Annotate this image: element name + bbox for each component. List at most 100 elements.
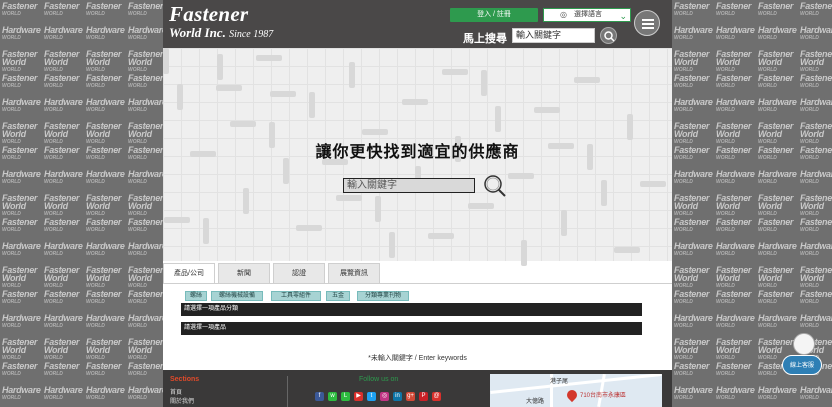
- background-logo-tile: HardwareWORLD: [128, 385, 163, 402]
- decorative-bolt-icon: [362, 129, 388, 135]
- decorative-bolt-icon: [177, 84, 183, 110]
- linkedin-icon[interactable]: in: [393, 392, 402, 401]
- background-logo-tile: HardwareWORLD: [800, 385, 832, 402]
- twitter-icon[interactable]: t: [367, 392, 376, 401]
- category-select[interactable]: 請選擇一項產品分類: [181, 303, 642, 316]
- footer-link-home[interactable]: 首頁: [170, 387, 182, 396]
- email-icon[interactable]: @: [432, 392, 441, 401]
- category-chip[interactable]: 螺絲: [185, 291, 207, 301]
- main-column: Fastener World Inc. Since 1987 登入 / 註冊 ◎…: [163, 0, 672, 407]
- background-logo-tile: HardwareWORLD: [2, 385, 41, 402]
- chat-widget-button[interactable]: 線上客服: [782, 355, 822, 375]
- logo-line1: Fastener: [169, 2, 249, 26]
- footer-follow-title: Follow us on: [359, 376, 399, 383]
- menu-line-icon: [642, 23, 654, 25]
- decorative-bolt-icon: [495, 106, 501, 132]
- instagram-icon[interactable]: ◎: [380, 392, 389, 401]
- tab-certification[interactable]: 認證: [273, 263, 325, 283]
- decorative-bolt-icon: [640, 181, 666, 187]
- background-logo-tile: HardwareWORLD: [44, 385, 83, 402]
- header: Fastener World Inc. Since 1987 登入 / 註冊 ◎…: [163, 0, 672, 48]
- keyword-note: *未輸入關鍵字 / Enter keywords: [368, 355, 467, 362]
- decorative-bolt-icon: [309, 92, 315, 118]
- hero-search-button[interactable]: [483, 174, 507, 198]
- chatbot-avatar-icon[interactable]: [793, 333, 815, 355]
- decorative-bolt-icon: [561, 210, 567, 236]
- tab-panel: 螺絲 螺絲機械設備 工具零組件 五金 分類專業刊物 請選擇一項產品分類 請選擇一…: [163, 283, 672, 345]
- decorative-bolt-icon: [270, 91, 296, 97]
- chevron-down-icon: ⌄: [619, 11, 627, 21]
- product-select[interactable]: 請選擇一項產品: [181, 322, 642, 335]
- map-pin-icon: [564, 387, 580, 403]
- quick-search-label: 馬上搜尋: [463, 33, 507, 45]
- left-background-pattern: Fastener WORLD Fastener WORLD Fastener WORLD F…: [0, 0, 163, 407]
- facebook-icon[interactable]: f: [315, 392, 324, 401]
- quick-search-input[interactable]: 輸入關鍵字: [512, 28, 595, 43]
- line-icon[interactable]: L: [341, 392, 350, 401]
- youtube-icon[interactable]: ▶: [354, 392, 363, 401]
- hero-search-input[interactable]: 輸入關鍵字: [343, 178, 475, 193]
- pinterest-icon[interactable]: P: [419, 392, 428, 401]
- decorative-bolt-icon: [442, 69, 468, 75]
- search-icon: [484, 175, 506, 197]
- category-chip[interactable]: 工具零組件: [271, 291, 321, 301]
- map-label: 710台南市永康區: [580, 393, 627, 399]
- googleplus-icon[interactable]: g+: [406, 392, 415, 401]
- logo-since: Since 1987: [229, 29, 274, 40]
- quick-search-button[interactable]: [600, 27, 617, 44]
- site-logo[interactable]: Fastener World Inc. Since 1987: [169, 4, 273, 42]
- tab-products-companies[interactable]: 產品/公司: [163, 263, 215, 283]
- decorative-bolt-icon: [336, 195, 362, 201]
- language-select[interactable]: ◎ 選擇語言 ⌄: [543, 8, 631, 22]
- map-label: 大億路: [526, 399, 545, 405]
- decorative-bolt-icon: [627, 114, 633, 140]
- location-map[interactable]: 港子尾 710台南市永康區 大億路: [490, 374, 662, 407]
- menu-line-icon: [642, 19, 654, 21]
- background-logo-tile: HardwareWORLD: [758, 385, 797, 402]
- decorative-bolt-icon: [216, 85, 242, 91]
- footer-link-about[interactable]: 關於我們: [170, 396, 194, 405]
- decorative-bolt-icon: [256, 55, 282, 61]
- language-select-label: 選擇語言: [574, 11, 602, 18]
- map-label: 港子尾: [550, 379, 569, 385]
- decorative-bolt-icon: [375, 196, 381, 222]
- footer-divider: [287, 376, 288, 407]
- category-chip[interactable]: 分類專業刊物: [357, 291, 409, 301]
- wechat-icon[interactable]: w: [328, 392, 337, 401]
- decorative-bolt-icon: [614, 247, 640, 253]
- category-chip[interactable]: 五金: [326, 291, 350, 301]
- globe-icon: ◎: [560, 10, 567, 19]
- search-icon: [604, 31, 615, 42]
- decorative-bolt-icon: [296, 225, 322, 231]
- search-tabs: 產品/公司 新聞 認證 展覽資訊: [163, 263, 672, 283]
- decorative-bolt-icon: [349, 62, 355, 88]
- decorative-bolt-icon: [164, 217, 190, 223]
- decorative-bolt-icon: [468, 203, 494, 209]
- tab-news[interactable]: 新聞: [218, 263, 270, 283]
- logo-company: World Inc.: [169, 25, 226, 40]
- footer-sections-title: Sections: [170, 376, 200, 383]
- decorative-bolt-icon: [534, 107, 560, 113]
- category-chip[interactable]: 螺絲機械設備: [211, 291, 263, 301]
- decorative-bolt-icon: [574, 77, 600, 83]
- logo-line2: World Inc. Since 1987: [169, 25, 273, 42]
- decorative-bolt-icon: [203, 218, 209, 244]
- decorative-bolt-icon: [230, 121, 256, 127]
- decorative-bolt-icon: [601, 180, 607, 206]
- background-logo-tile: HardwareWORLD: [86, 385, 125, 402]
- decorative-bolt-icon: [163, 48, 169, 74]
- menu-line-icon: [642, 27, 654, 29]
- decorative-bolt-icon: [217, 54, 223, 80]
- decorative-bolt-icon: [481, 70, 487, 96]
- tab-exhibitions[interactable]: 展覽資訊: [328, 263, 380, 283]
- decorative-bolt-icon: [508, 173, 534, 179]
- decorative-bolt-icon: [243, 188, 249, 214]
- decorative-bolt-icon: [402, 99, 428, 105]
- hero-banner: 讓你更快找到適宜的供應商 輸入關鍵字: [163, 48, 672, 266]
- hamburger-menu-button[interactable]: [634, 10, 660, 36]
- hero-title: 讓你更快找到適宜的供應商: [315, 144, 520, 161]
- footer: Sections 首頁 關於我們 Follow us on f w L ▶ t ◎ in g+…: [163, 370, 672, 407]
- decorative-bolt-icon: [389, 232, 395, 258]
- background-logo-tile: HardwareWORLD: [674, 385, 713, 402]
- login-register-button[interactable]: 登入 / 註冊: [450, 8, 538, 22]
